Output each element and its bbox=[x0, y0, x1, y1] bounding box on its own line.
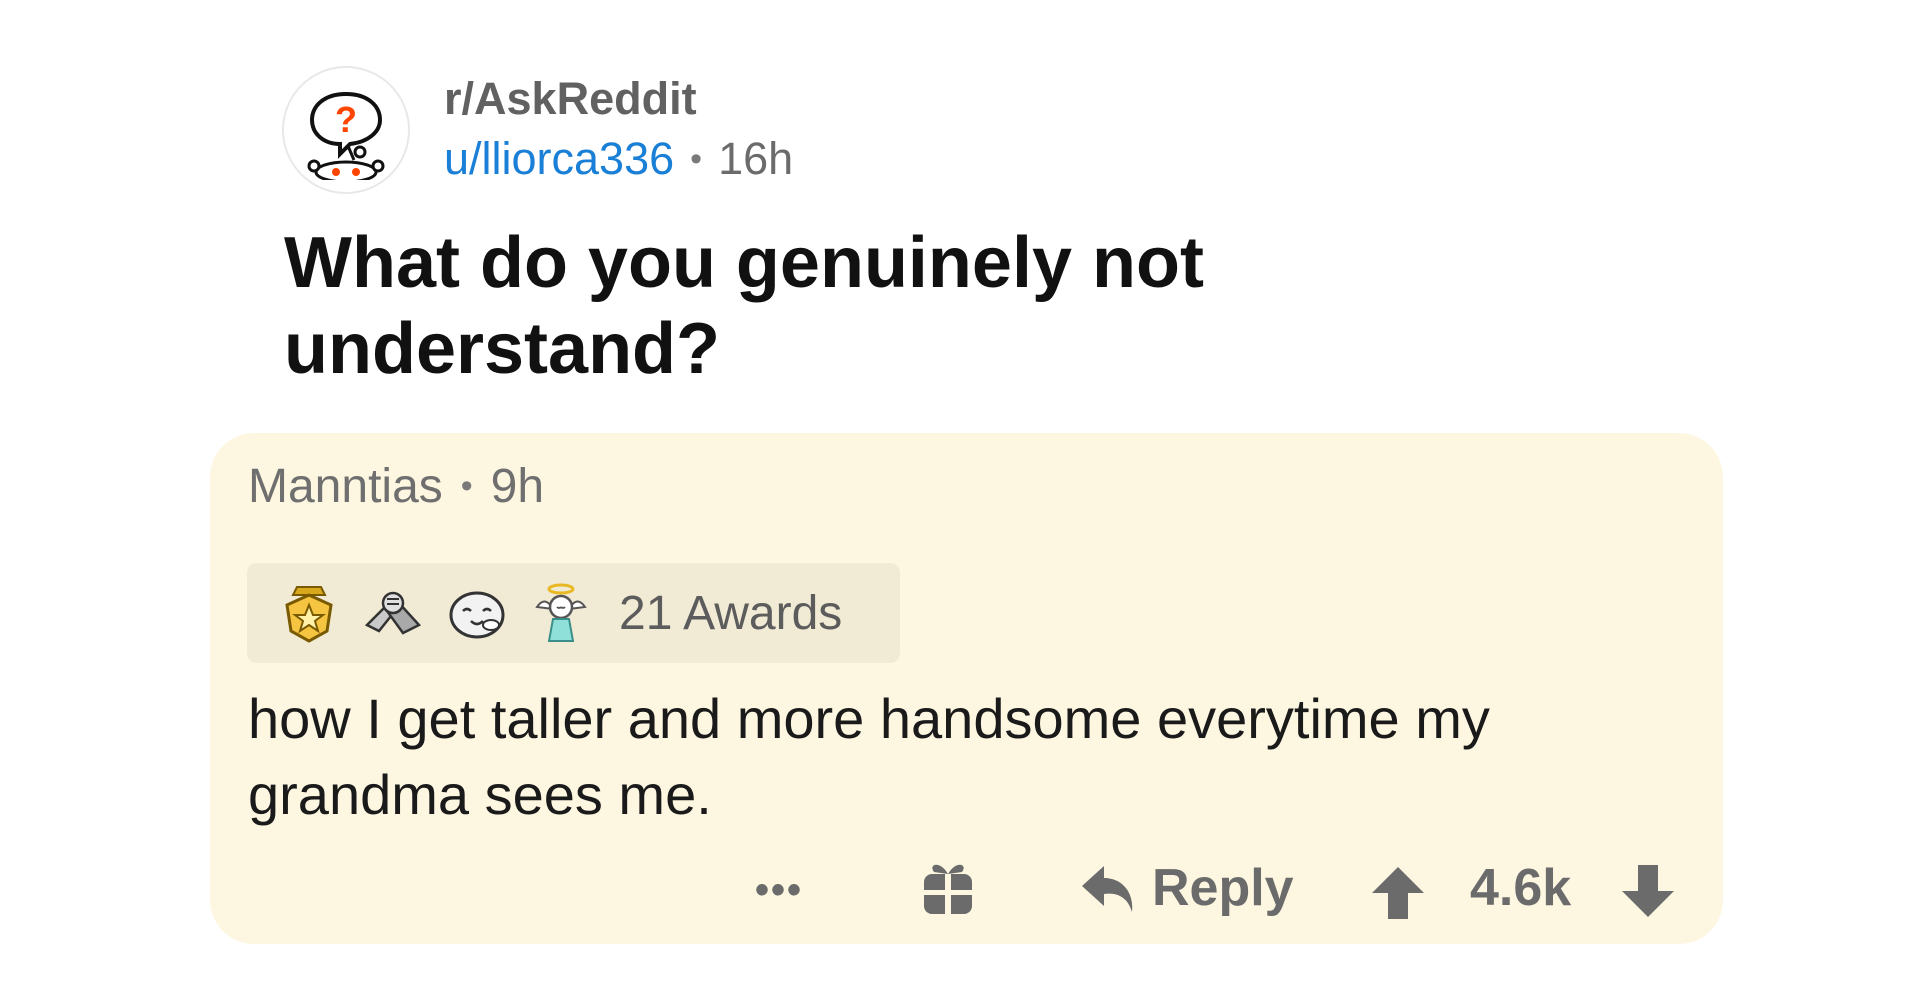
awards-count: 21 Awards bbox=[619, 586, 843, 640]
wholesome-seal-icon bbox=[445, 581, 509, 645]
post-title[interactable]: What do you genuinely not understand? bbox=[284, 220, 1384, 392]
awards-bar[interactable]: 21 Awards bbox=[247, 563, 900, 663]
svg-text:?: ? bbox=[335, 99, 357, 140]
downvote-button[interactable] bbox=[1620, 863, 1676, 921]
post-author-line: u/lliorca336 • 16h bbox=[444, 128, 793, 190]
comment-age: 9h bbox=[490, 460, 545, 513]
subreddit-avatar[interactable]: ? bbox=[282, 66, 410, 194]
gift-icon bbox=[924, 864, 972, 914]
comment-card: Manntias • 9h 21 Awards how I get taller… bbox=[210, 433, 1723, 944]
angel-icon bbox=[529, 581, 593, 645]
post-author[interactable]: u/lliorca336 bbox=[444, 128, 674, 190]
upvote-button[interactable] bbox=[1370, 863, 1426, 921]
give-award-button[interactable] bbox=[920, 858, 976, 918]
comment-body: how I get taller and more handsome every… bbox=[248, 687, 1490, 826]
vote-score: 4.6k bbox=[1470, 859, 1572, 917]
reply-button[interactable]: Reply bbox=[1078, 858, 1294, 918]
upvote-arrow-icon bbox=[1372, 867, 1424, 919]
more-options-button[interactable]: ••• bbox=[755, 868, 803, 913]
subreddit-name[interactable]: r/AskReddit bbox=[444, 70, 793, 128]
meta-separator: • bbox=[460, 467, 473, 505]
reply-label: Reply bbox=[1152, 859, 1294, 917]
meta-separator: • bbox=[690, 140, 703, 178]
gold-medal-icon bbox=[277, 581, 341, 645]
askreddit-snoo-icon: ? bbox=[307, 91, 385, 180]
comment-actions: ••• Reply 4.6k bbox=[210, 858, 1723, 938]
post-age: 16h bbox=[718, 133, 794, 184]
comment-meta: Manntias • 9h bbox=[248, 459, 544, 514]
reply-arrow-icon bbox=[1082, 866, 1133, 912]
handshake-icon bbox=[361, 581, 425, 645]
downvote-arrow-icon bbox=[1622, 865, 1674, 917]
post-header: ? r/AskReddit u/lliorca336 • 16h bbox=[282, 66, 793, 194]
comment-author[interactable]: Manntias bbox=[248, 459, 443, 514]
post-meta: r/AskReddit u/lliorca336 • 16h bbox=[444, 70, 793, 190]
